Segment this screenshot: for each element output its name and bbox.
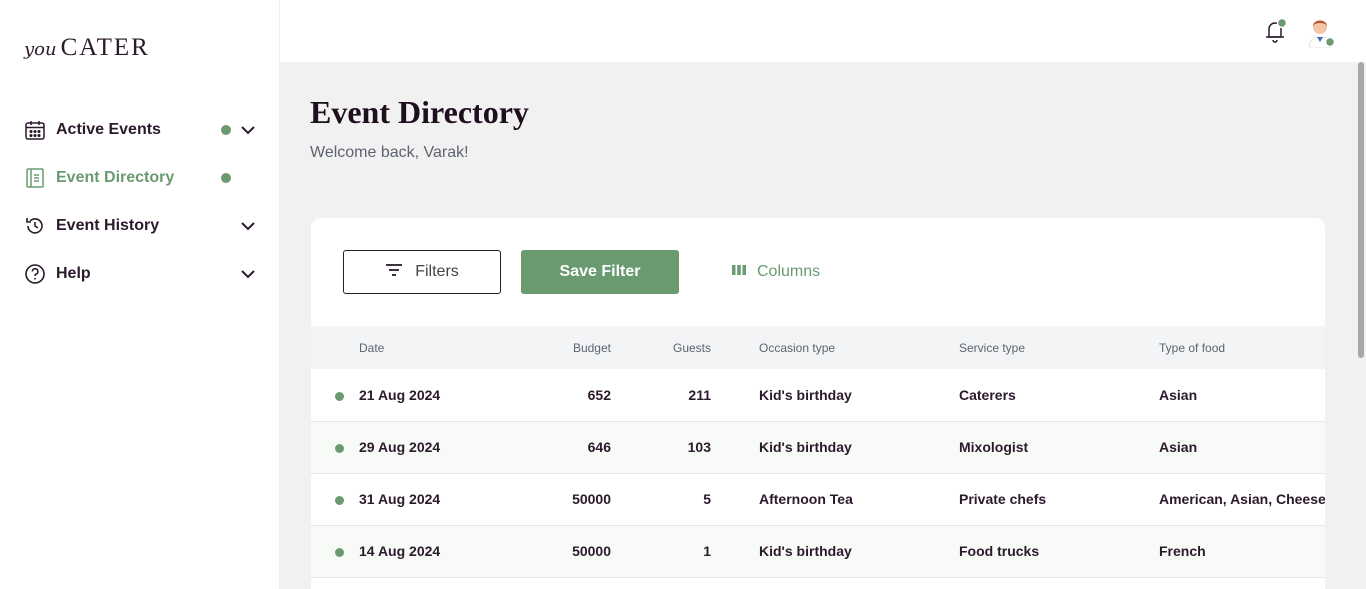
event-directory-card: Filters Save Filter Columns Date Budget … xyxy=(311,218,1325,589)
service-cell: Caterers xyxy=(959,386,1016,403)
columns-icon xyxy=(731,263,747,281)
budget-cell: 646 xyxy=(587,439,611,455)
sidebar-item-event-directory[interactable]: Event Directory xyxy=(24,154,260,202)
sidebar-item-label: Active Events xyxy=(56,121,161,138)
column-header-guests[interactable]: Guests xyxy=(611,326,711,369)
sidebar-item-help[interactable]: Help xyxy=(24,250,260,298)
save-filter-button[interactable]: Save Filter xyxy=(521,250,679,294)
directory-icon xyxy=(24,167,46,189)
row-status-cell xyxy=(311,473,359,525)
bell-icon[interactable] xyxy=(1261,17,1289,45)
status-dot xyxy=(335,443,344,453)
service-cell: Private chefs xyxy=(959,491,1047,507)
food-cell: French xyxy=(1159,543,1206,559)
status-dot xyxy=(221,173,231,183)
occasion-cell: Kid's birthday xyxy=(759,543,852,559)
food-cell: Asian xyxy=(1159,439,1198,455)
youcater-logo[interactable]: you CATER xyxy=(24,34,150,61)
chevron-down-icon[interactable] xyxy=(238,120,258,140)
food-cell: American, Asian, Cheese xyxy=(1159,491,1325,507)
welcome-message: Welcome back, Varak! xyxy=(310,144,469,161)
status-dot xyxy=(221,125,231,135)
row-status-cell xyxy=(311,525,359,577)
table-row[interactable]: 29 Aug 2024 646 103 Kid's birthday Mixol… xyxy=(311,421,1325,473)
chevron-down-icon[interactable] xyxy=(238,264,258,284)
sidebar-item-active-events[interactable]: Active Events xyxy=(24,106,260,154)
table-row[interactable]: 31 Aug 2024 50000 5 Afternoon Tea Privat… xyxy=(311,473,1325,525)
column-header-service-type[interactable]: Service type xyxy=(959,326,1159,369)
sidebar-item-label: Event Directory xyxy=(56,169,175,186)
row-status-cell xyxy=(311,369,359,421)
table-row[interactable]: 21 Aug 2024 652 211 Kid's birthday Cater… xyxy=(311,369,1325,421)
sidebar-item-event-history[interactable]: Event History xyxy=(24,202,260,250)
column-spacer xyxy=(711,326,759,369)
guests-cell: 211 xyxy=(688,386,711,403)
columns-button[interactable]: Columns xyxy=(731,250,820,294)
table-row[interactable]: 14 Aug 2024 50000 1 Kid's birthday Food … xyxy=(311,525,1325,577)
top-bar xyxy=(280,0,1366,62)
events-table: Date Budget Guests Occasion type Service… xyxy=(311,326,1325,578)
service-cell: Mixologist xyxy=(959,439,1029,455)
page-title: Event Directory xyxy=(310,94,529,130)
date-cell: 14 Aug 2024 xyxy=(359,543,441,559)
date-cell: 29 Aug 2024 xyxy=(359,439,441,455)
sidebar-item-label: Help xyxy=(56,265,91,282)
budget-cell: 50000 xyxy=(572,543,611,559)
sidebar-item-label: Event History xyxy=(56,217,160,234)
filter-icon xyxy=(385,263,403,282)
history-icon xyxy=(24,215,46,237)
column-header-date[interactable]: Date xyxy=(359,326,499,369)
occasion-cell: Afternoon Tea xyxy=(759,491,853,507)
status-dot xyxy=(335,495,344,505)
row-status-cell xyxy=(311,421,359,473)
food-cell: Asian xyxy=(1159,386,1198,403)
column-header-type-of-food[interactable]: Type of food xyxy=(1159,326,1325,369)
status-column-header xyxy=(311,326,359,369)
spacer-cell xyxy=(711,525,759,577)
occasion-cell: Kid's birthday xyxy=(759,439,852,455)
chevron-down-icon[interactable] xyxy=(238,216,258,236)
budget-cell: 652 xyxy=(587,386,611,403)
status-dot xyxy=(335,547,344,557)
logo-you-text: you xyxy=(24,39,57,60)
sidebar-nav: Active Events Event Directory Event Hist… xyxy=(24,106,260,298)
column-header-occasion-type[interactable]: Occasion type xyxy=(759,326,959,369)
help-icon xyxy=(24,263,46,285)
date-cell: 31 Aug 2024 xyxy=(359,491,441,507)
column-header-budget[interactable]: Budget xyxy=(499,326,611,369)
page-scrollbar[interactable] xyxy=(1356,62,1366,589)
spacer-cell xyxy=(711,421,759,473)
logo-cater-text: CATER xyxy=(60,34,150,61)
date-cell: 21 Aug 2024 xyxy=(359,386,441,403)
guests-cell: 103 xyxy=(687,439,711,455)
budget-cell: 50000 xyxy=(572,491,611,507)
spacer-cell xyxy=(711,473,759,525)
columns-label: Columns xyxy=(757,263,821,280)
status-dot xyxy=(335,391,344,401)
occasion-cell: Kid's birthday xyxy=(759,386,852,403)
guests-cell: 5 xyxy=(703,491,711,507)
spacer-cell xyxy=(711,369,759,421)
service-cell: Food trucks xyxy=(959,543,1040,559)
filters-label: Filters xyxy=(415,263,459,280)
guests-cell: 1 xyxy=(703,543,711,559)
sidebar: you CATER Active Events Event Directory … xyxy=(0,0,280,589)
user-avatar[interactable] xyxy=(1303,14,1337,49)
calendar-icon xyxy=(24,119,46,141)
filters-button[interactable]: Filters xyxy=(343,250,501,294)
table-header-row: Date Budget Guests Occasion type Service… xyxy=(311,326,1325,369)
scrollbar-thumb[interactable] xyxy=(1358,62,1364,358)
